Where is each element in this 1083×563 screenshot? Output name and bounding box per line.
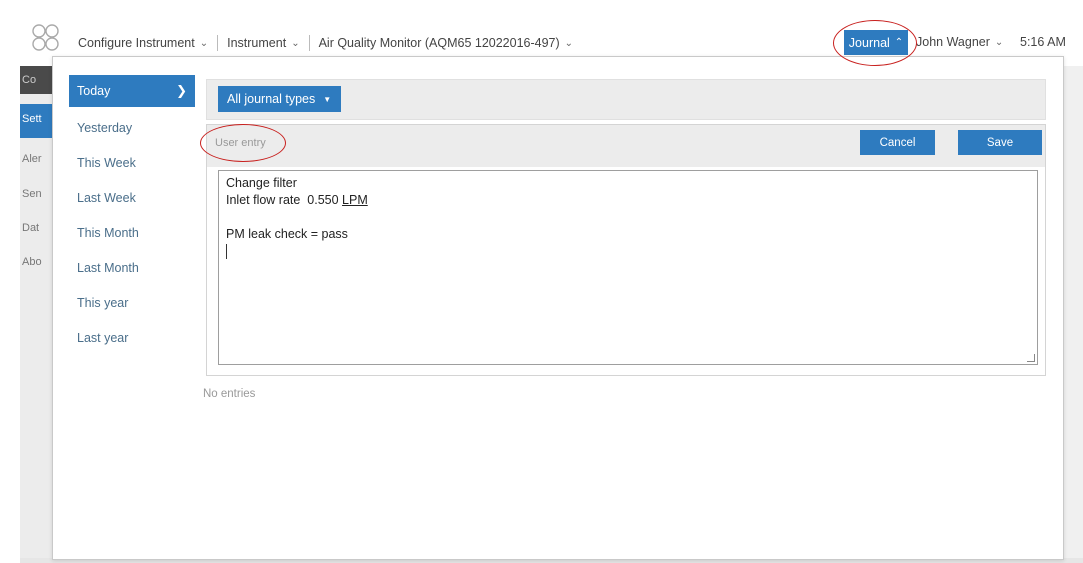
sidebar-item-label: Today	[77, 84, 111, 98]
entry-line: Inlet flow rate 0.550 LPM	[226, 193, 368, 207]
clock: 5:16 AM	[1020, 35, 1066, 49]
spellcheck-underlined-word: LPM	[342, 193, 368, 207]
chevron-down-icon: ⌄	[199, 37, 209, 49]
breadcrumb-label: Configure Instrument	[78, 36, 195, 50]
top-bar: Configure Instrument ⌄ Instrument ⌄ Air …	[20, 24, 1083, 58]
sidebar-item-label: Last Week	[77, 190, 136, 205]
chevron-right-icon: ❯	[176, 83, 187, 98]
text-cursor	[226, 243, 1030, 260]
breadcrumb-label: Air Quality Monitor (AQM65 12022016-497)	[318, 36, 560, 50]
background-nav: Co Sett Aler Sen Dat Abo	[20, 66, 55, 563]
journal-menu-button[interactable]: Journal ⌃	[844, 30, 908, 55]
app-logo-icon	[32, 24, 59, 51]
journal-entry-textarea[interactable]: Change filter Inlet flow rate 0.550 LPM P…	[218, 170, 1038, 365]
background-nav-fragment: Sett	[22, 113, 42, 125]
resize-grip-icon[interactable]	[1027, 354, 1035, 362]
sidebar-item-label: Last year	[77, 330, 129, 345]
breadcrumb-instrument[interactable]: Instrument ⌄	[227, 36, 299, 50]
background-nav-fragment: Dat	[22, 222, 40, 234]
sidebar-item-label: This Week	[77, 155, 136, 170]
chevron-down-icon: ⌄	[291, 37, 300, 49]
background-nav-fragment: Aler	[22, 153, 42, 165]
divider	[308, 35, 310, 51]
user-name: John Wagner	[916, 35, 990, 49]
cancel-button[interactable]: Cancel	[860, 130, 935, 155]
user-entry-label: User entry	[215, 137, 266, 149]
chevron-down-icon: ⌄	[564, 37, 574, 49]
user-entry-header: User entry Cancel Save	[207, 125, 1045, 167]
journal-panel: Today ❯ Yesterday This Week Last Week Th…	[52, 56, 1064, 560]
background-nav-fragment: Abo	[22, 256, 42, 268]
sidebar-item-label: This Month	[77, 225, 139, 240]
sidebar-item-this-month[interactable]: This Month	[69, 215, 195, 250]
sidebar-item-this-week[interactable]: This Week	[69, 145, 195, 180]
background-nav-fragment: Co	[22, 74, 37, 86]
sidebar-item-last-month[interactable]: Last Month	[69, 250, 195, 285]
empty-state: No entries	[203, 388, 256, 400]
sidebar-item-label: Last Month	[77, 260, 139, 275]
breadcrumb-label: Instrument	[227, 36, 287, 50]
journal-types-label: All journal types	[227, 92, 316, 106]
background-nav-fragment: Sen	[22, 188, 42, 200]
journal-label: Journal	[848, 35, 890, 50]
sidebar-item-today[interactable]: Today ❯	[69, 75, 195, 107]
user-menu[interactable]: John Wagner ⌄	[916, 35, 1003, 49]
sidebar-item-label: Yesterday	[77, 120, 133, 135]
user-entry-editor: User entry Cancel Save Change filter Inle…	[206, 124, 1046, 376]
entry-line	[226, 209, 1030, 226]
divider	[217, 35, 219, 51]
sidebar-item-this-year[interactable]: This year	[69, 285, 195, 320]
sidebar-item-label: This year	[77, 295, 129, 310]
entry-line: PM leak check = pass	[226, 227, 348, 241]
background-panel	[1063, 66, 1083, 563]
sidebar-item-last-year[interactable]: Last year	[69, 320, 195, 355]
date-filter-list: Today ❯ Yesterday This Week Last Week Th…	[69, 75, 195, 355]
sidebar-item-last-week[interactable]: Last Week	[69, 180, 195, 215]
breadcrumb-configure-instrument[interactable]: Configure Instrument ⌄	[78, 36, 208, 50]
chevron-down-icon: ⌄	[994, 36, 1004, 48]
save-button[interactable]: Save	[958, 130, 1042, 155]
breadcrumb: Configure Instrument ⌄ Instrument ⌄ Air …	[78, 35, 573, 51]
sidebar-item-yesterday[interactable]: Yesterday	[69, 110, 195, 145]
chevron-up-icon: ⌃	[894, 37, 904, 48]
journal-type-filter-bar: All journal types ▼	[206, 79, 1046, 120]
caret-down-icon: ▼	[323, 94, 332, 104]
entry-line: Change filter	[226, 176, 297, 190]
journal-types-dropdown[interactable]: All journal types ▼	[218, 86, 342, 112]
breadcrumb-device[interactable]: Air Quality Monitor (AQM65 12022016-497)…	[319, 36, 573, 50]
